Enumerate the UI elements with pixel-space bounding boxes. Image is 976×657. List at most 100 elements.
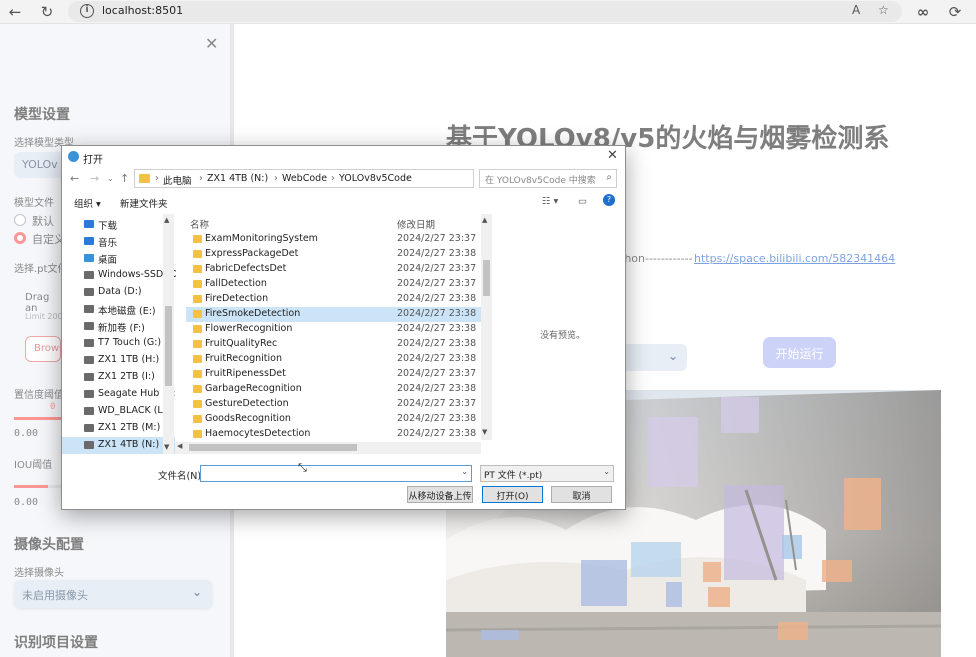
upload-from-mobile-button[interactable]: 从移动设备上传 [407, 486, 473, 503]
scrollbar-thumb[interactable] [189, 444, 357, 451]
nav-item-label: 本地磁盘 (E:) [98, 306, 156, 317]
infinity-icon[interactable]: ∞ [912, 1, 934, 23]
run-button[interactable]: 开始运行 [763, 337, 836, 368]
favorite-star-icon[interactable]: ☆ [878, 3, 889, 17]
drive-icon [84, 424, 94, 432]
scroll-down-icon[interactable]: ▼ [482, 428, 487, 436]
drive-icon [84, 407, 94, 415]
drive-icon [84, 339, 94, 347]
breadcrumb-yolo[interactable]: YOLOv8v5Code [339, 173, 412, 184]
file-row[interactable]: FabricDefectsDet 2024/2/27 23:37 [186, 262, 482, 277]
file-row[interactable]: ExpressPackageDet 2024/2/27 23:38 [186, 247, 482, 262]
bilibili-link[interactable]: https://space.bilibili.com/582341464 [694, 252, 895, 265]
scroll-up-icon[interactable]: ▲ [164, 216, 169, 224]
nav-item[interactable]: ZX1 2TB (M:) [62, 420, 175, 437]
nav-item[interactable]: Seagate Hub (K: [62, 386, 176, 403]
back-arrow-icon[interactable]: ← [70, 172, 79, 185]
nav-item[interactable]: 下载 [62, 216, 175, 233]
view-options-icon[interactable]: ☷ ▾ [542, 196, 558, 207]
open-button[interactable]: 打开(O) [482, 486, 543, 503]
scroll-down-icon[interactable]: ▼ [164, 443, 169, 451]
refresh-icon[interactable]: ↻ [36, 1, 58, 23]
browse-files-button[interactable]: Brows [25, 336, 64, 362]
folder-icon [193, 265, 202, 273]
cancel-button[interactable]: 取消 [551, 486, 612, 503]
search-placeholder: 在 YOLOv8v5Code 中搜索 [485, 176, 596, 186]
nav-item[interactable]: ZX1 1TB (H:) [62, 352, 175, 369]
file-row[interactable]: FireDetection 2024/2/27 23:38 [186, 292, 482, 307]
file-row[interactable]: FallDetection 2024/2/27 23:37 [186, 277, 482, 292]
scrollbar-thumb[interactable] [483, 260, 490, 296]
search-input[interactable]: 在 YOLOv8v5Code 中搜索 ⌕ [479, 169, 617, 188]
close-icon[interactable]: ✕ [205, 34, 218, 53]
link-prefix-text: thon------------ [620, 252, 693, 265]
preview-pane-icon[interactable]: ▭ [578, 196, 587, 207]
nav-item[interactable]: Data (D:) [62, 284, 175, 301]
file-row[interactable]: GoodsRecognition 2024/2/27 23:38 [186, 412, 482, 427]
file-row[interactable]: FireSmokeDetection 2024/2/27 23:38 [186, 307, 482, 322]
nav-item-label: 下载 [98, 221, 118, 232]
scroll-left-icon[interactable]: ◀ [177, 442, 182, 450]
nav-item[interactable]: Windows-SSD (C [62, 267, 177, 284]
breadcrumb-webcode[interactable]: WebCode [282, 173, 327, 184]
open-button-label: 打开(O) [496, 492, 529, 502]
column-header-name[interactable]: 名称 [190, 217, 209, 231]
drive-icon [84, 441, 94, 449]
breadcrumb-drive[interactable]: ZX1 4TB (N:) [207, 173, 268, 184]
file-row[interactable]: ExamMonitoringSystem 2024/2/27 23:37 [186, 232, 482, 247]
main-select[interactable]: ⌄ [625, 344, 687, 371]
upload-drag-text: Drag an [25, 292, 50, 314]
nav-item[interactable]: 新加卷 (F:) [62, 318, 175, 335]
file-row[interactable]: FruitRecognition 2024/2/27 23:38 [186, 352, 482, 367]
path-bar[interactable]: › 此电脑 › ZX1 4TB (N:) › WebCode › YOLOv8v… [134, 169, 544, 188]
scroll-up-icon[interactable]: ▲ [482, 216, 487, 224]
filename-input[interactable]: ⌄ [200, 465, 472, 482]
file-list-hscrollbar[interactable]: ◀ [175, 442, 481, 454]
scrollbar-thumb[interactable] [165, 306, 172, 386]
breadcrumb-this-pc[interactable]: 此电脑 [163, 173, 192, 187]
dialog-titlebar[interactable]: 打开 ✕ [62, 146, 625, 168]
file-row[interactable]: GestureDetection 2024/2/27 23:37 [186, 397, 482, 412]
file-uploader[interactable]: Drag an Limit 200 Brows [14, 280, 64, 374]
file-row[interactable]: FlowerRecognition 2024/2/27 23:38 [186, 322, 482, 337]
filetype-select[interactable]: PT 文件 (*.pt) ⌄ [480, 465, 614, 482]
new-folder-button[interactable]: 新建文件夹 [120, 196, 168, 210]
chevron-down-icon: ⌄ [667, 349, 678, 363]
folder-icon [139, 174, 150, 183]
nav-item[interactable]: 桌面 [62, 250, 175, 267]
info-icon[interactable]: i [80, 4, 94, 18]
back-arrow-icon[interactable]: ← [4, 1, 26, 23]
up-arrow-icon[interactable]: ↑ [120, 172, 129, 185]
address-bar[interactable]: i localhost:8501 A ☆ [68, 1, 902, 22]
radio-default[interactable] [14, 214, 26, 226]
file-row[interactable]: GarbageRecognition 2024/2/27 23:38 [186, 382, 482, 397]
file-row[interactable]: FruitRipenessDet 2024/2/27 23:37 [186, 367, 482, 382]
navigation-scrollbar[interactable]: ▲ ▼ [163, 214, 174, 454]
file-row[interactable]: HaemocytesDetection 2024/2/27 23:38 [186, 427, 482, 442]
file-name: FruitQualityRec [205, 338, 278, 349]
read-aloud-icon[interactable]: A [852, 3, 860, 17]
model-type-select[interactable]: YOLOv [14, 152, 64, 178]
nav-item[interactable]: 本地磁盘 (E:) [62, 301, 175, 318]
file-list-scrollbar[interactable]: ▲ ▼ [481, 214, 492, 440]
file-row[interactable]: FruitQualityRec 2024/2/27 23:38 [186, 337, 482, 352]
close-icon[interactable]: ✕ [607, 148, 618, 163]
music-icon [84, 237, 94, 245]
radio-custom[interactable] [14, 232, 26, 244]
camera-select[interactable]: 未启用摄像头 ⌄ [14, 580, 212, 608]
organize-menu[interactable]: 组织 ▾ [74, 196, 101, 210]
forward-arrow-icon[interactable]: → [90, 172, 99, 185]
chevron-down-icon[interactable]: ⌄ [461, 467, 468, 476]
help-icon[interactable]: ? [603, 194, 615, 206]
nav-item[interactable]: 音乐 [62, 233, 175, 250]
file-date: 2024/2/27 23:38 [397, 308, 477, 319]
nav-item[interactable]: WD_BLACK (L:) [62, 403, 175, 420]
file-name: ExpressPackageDet [205, 248, 299, 259]
nav-item[interactable]: T7 Touch (G:) [62, 335, 175, 352]
nav-item[interactable]: ZX1 2TB (I:) [62, 369, 175, 386]
column-header-date[interactable]: 修改日期 [397, 217, 435, 231]
chevron-down-icon[interactable]: ⌄ [107, 174, 114, 183]
nav-item[interactable]: ZX1 4TB (N:) [62, 437, 175, 454]
extensions-icon[interactable]: ⟳ [944, 1, 966, 23]
filetype-value: PT 文件 (*.pt) [484, 471, 543, 481]
